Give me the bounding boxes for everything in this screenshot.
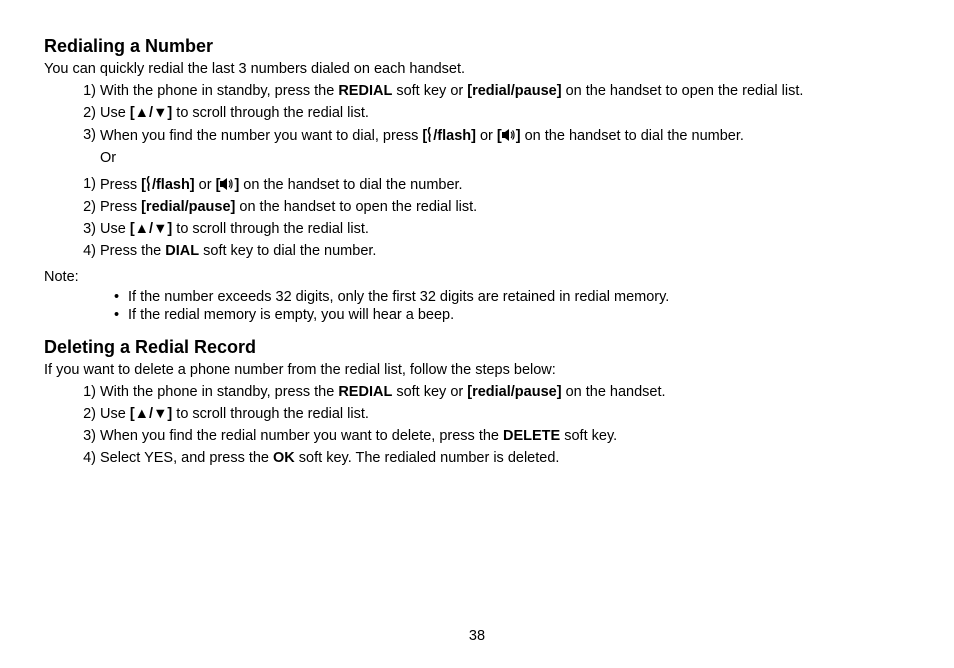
step-d1: 1) With the phone in standby, press the …	[100, 384, 910, 406]
speaker-icon	[220, 177, 234, 191]
intro-deleting: If you want to delete a phone number fro…	[44, 362, 910, 378]
steps-b: 1) Press [/flash] or [] on the handset t…	[44, 176, 910, 265]
heading-deleting: Deleting a Redial Record	[44, 337, 910, 358]
up-down-icon: ▲/▼	[135, 221, 168, 237]
speaker-icon	[502, 128, 516, 142]
page-number: 38	[0, 628, 954, 644]
step-d2: 2) Use [▲/▼] to scroll through the redia…	[100, 406, 910, 428]
step-d4: 4) Select YES, and press the OK soft key…	[100, 450, 910, 472]
step-b3: 3) Use [▲/▼] to scroll through the redia…	[100, 221, 910, 243]
note-label: Note:	[44, 269, 910, 285]
step-a2: 2) Use [▲/▼] to scroll through the redia…	[100, 105, 910, 127]
notes-list: •If the number exceeds 32 digits, only t…	[44, 289, 910, 325]
step-a3: 3) When you find the number you want to …	[100, 127, 910, 150]
step-b2: 2) Press [redial/pause] on the handset t…	[100, 199, 910, 221]
intro-redialing: You can quickly redial the last 3 number…	[44, 61, 910, 77]
note-1: •If the number exceeds 32 digits, only t…	[128, 289, 910, 307]
or-line: Or	[100, 150, 910, 172]
up-down-icon: ▲/▼	[135, 105, 168, 121]
step-d3: 3) When you find the redial number you w…	[100, 428, 910, 450]
step-b1: 1) Press [/flash] or [] on the handset t…	[100, 176, 910, 199]
steps-a: 1) With the phone in standby, press the …	[44, 83, 910, 172]
page-content: Redialing a Number You can quickly redia…	[0, 0, 954, 472]
heading-redialing: Redialing a Number	[44, 36, 910, 57]
note-2: •If the redial memory is empty, you will…	[128, 307, 910, 325]
up-down-icon: ▲/▼	[135, 406, 168, 422]
step-b4: 4) Press the DIAL soft key to dial the n…	[100, 243, 910, 265]
step-a1: 1) With the phone in standby, press the …	[100, 83, 910, 105]
steps-delete: 1) With the phone in standby, press the …	[44, 384, 910, 472]
